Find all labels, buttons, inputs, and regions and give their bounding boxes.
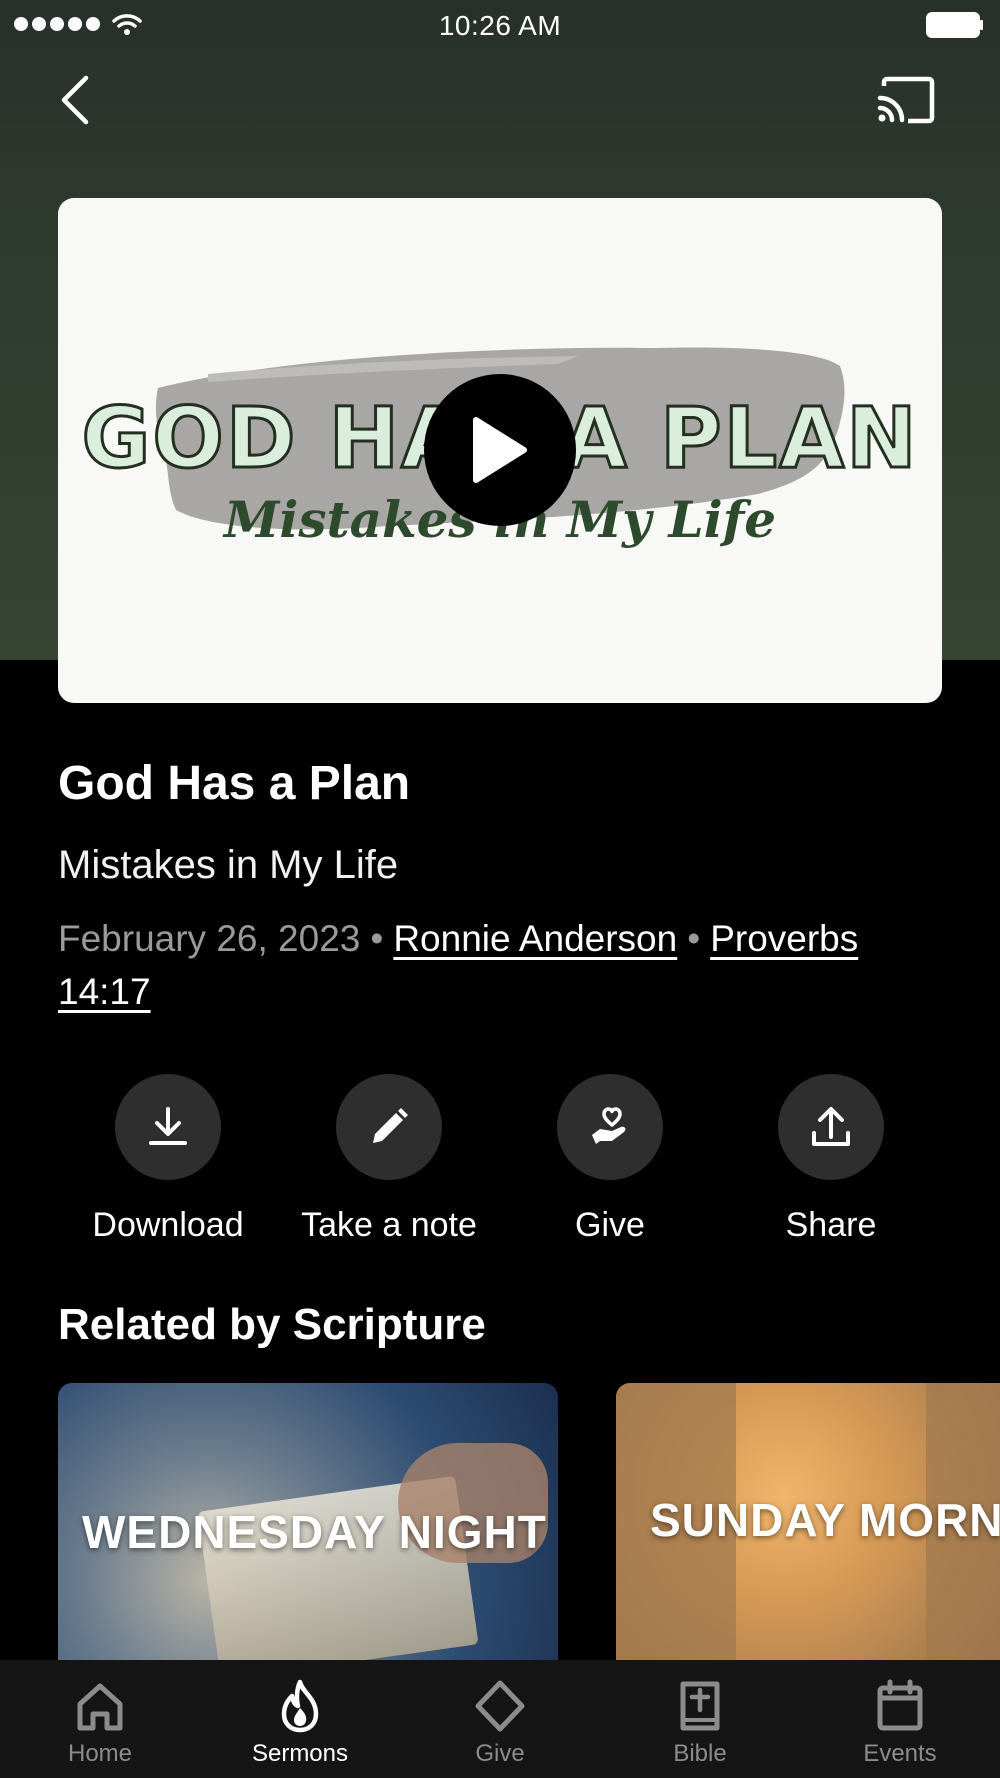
note-circle xyxy=(336,1074,442,1180)
related-card-sunday[interactable]: SUNDAY MORN xyxy=(616,1383,1000,1663)
chevron-left-icon xyxy=(61,75,89,125)
share-button[interactable]: Share xyxy=(721,1074,941,1245)
cast-button[interactable] xyxy=(876,76,936,126)
take-a-note-label: Take a note xyxy=(301,1206,477,1244)
separator-dot: • xyxy=(687,918,701,959)
sermon-title: God Has a Plan xyxy=(58,757,411,810)
calendar-icon xyxy=(877,1679,923,1731)
tab-home[interactable]: Home xyxy=(0,1660,200,1778)
give-circle xyxy=(557,1074,663,1180)
share-icon xyxy=(812,1107,850,1146)
download-label: Download xyxy=(92,1206,244,1244)
sermon-subtitle: Mistakes in My Life xyxy=(58,843,399,887)
heart-hand-icon xyxy=(592,1107,626,1144)
share-circle xyxy=(778,1074,884,1180)
tab-events-label: Events xyxy=(863,1740,937,1767)
download-icon xyxy=(149,1107,187,1145)
tab-give[interactable]: Give xyxy=(400,1660,600,1778)
tab-give-label: Give xyxy=(475,1740,525,1767)
tab-bible-label: Bible xyxy=(673,1740,727,1767)
tab-bar: Home Sermons Give Bible Events xyxy=(0,1660,1000,1778)
home-icon xyxy=(77,1683,123,1731)
battery-icon xyxy=(926,12,983,38)
download-circle xyxy=(115,1074,221,1180)
share-label: Share xyxy=(785,1206,877,1244)
tab-events[interactable]: Events xyxy=(800,1660,1000,1778)
bible-icon xyxy=(680,1681,720,1731)
tab-home-label: Home xyxy=(67,1740,133,1767)
cast-icon xyxy=(877,76,935,124)
related-card-title: WEDNESDAY NIGHT xyxy=(82,1506,547,1558)
tab-sermons-label: Sermons xyxy=(251,1740,349,1767)
related-card-title: SUNDAY MORN xyxy=(650,1494,1000,1546)
flame-icon xyxy=(281,1679,319,1733)
tab-sermons[interactable]: Sermons xyxy=(200,1660,400,1778)
download-button[interactable]: Download xyxy=(58,1074,278,1245)
status-bar: 10:26 AM xyxy=(0,0,1000,50)
tab-bible[interactable]: Bible xyxy=(600,1660,800,1778)
separator-dot: • xyxy=(370,918,384,959)
play-icon xyxy=(473,417,527,483)
status-time: 10:26 AM xyxy=(438,10,562,41)
pencil-icon xyxy=(373,1108,408,1143)
sermon-meta: February 26, 2023 • Ronnie Anderson • Prover… xyxy=(58,912,948,1018)
related-heading: Related by Scripture xyxy=(58,1300,486,1349)
play-button[interactable] xyxy=(424,374,576,526)
video-player[interactable]: GOD HAS A PLAN Mistakes in My Life xyxy=(58,198,942,703)
take-a-note-button[interactable]: Take a note xyxy=(279,1074,499,1245)
diamond-icon xyxy=(475,1680,525,1732)
give-action-label: Give xyxy=(575,1206,645,1244)
related-card-wednesday[interactable]: WEDNESDAY NIGHT xyxy=(58,1383,558,1663)
speaker-link[interactable]: Ronnie Anderson xyxy=(393,918,677,959)
sermon-date: February 26, 2023 xyxy=(58,918,361,959)
give-action-button[interactable]: Give xyxy=(500,1074,720,1245)
back-button[interactable] xyxy=(56,72,100,128)
